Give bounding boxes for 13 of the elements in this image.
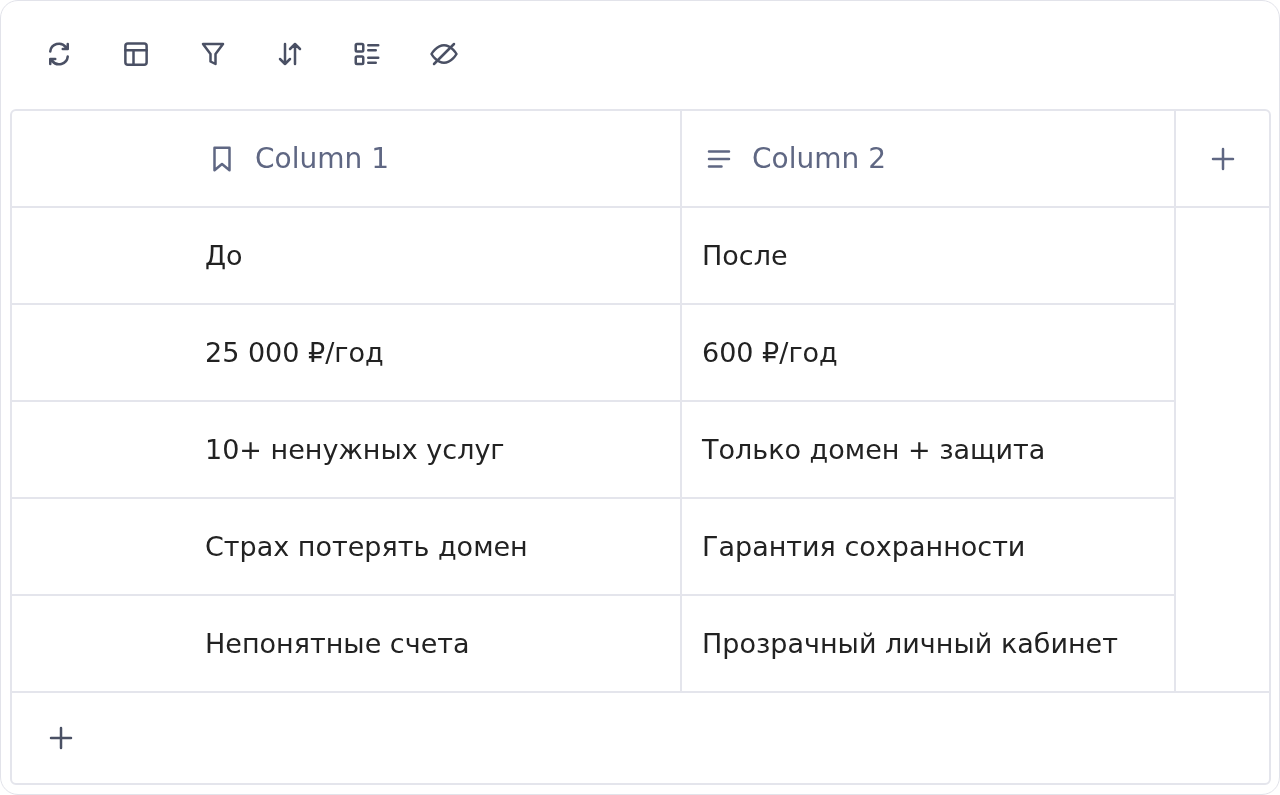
table-cell: Только домен + защита xyxy=(702,434,1046,465)
layout-icon xyxy=(121,39,151,69)
table-cell: 600 ₽/год xyxy=(702,337,838,368)
table-cell: Непонятные счета xyxy=(205,628,470,659)
table-cell: 10+ ненужных услуг xyxy=(205,434,505,465)
table-cell: 25 000 ₽/год xyxy=(205,337,384,368)
table-cell: После xyxy=(702,240,788,271)
column-header: Column 2 xyxy=(752,142,886,175)
table-cell: Гарантия сохранности xyxy=(702,531,1026,562)
column-header: Column 1 xyxy=(255,142,389,175)
table-cell: Страх потерять домен xyxy=(205,531,528,562)
table-cell: До xyxy=(205,240,243,271)
table-cell: Прозрачный личный кабинет xyxy=(702,628,1118,659)
